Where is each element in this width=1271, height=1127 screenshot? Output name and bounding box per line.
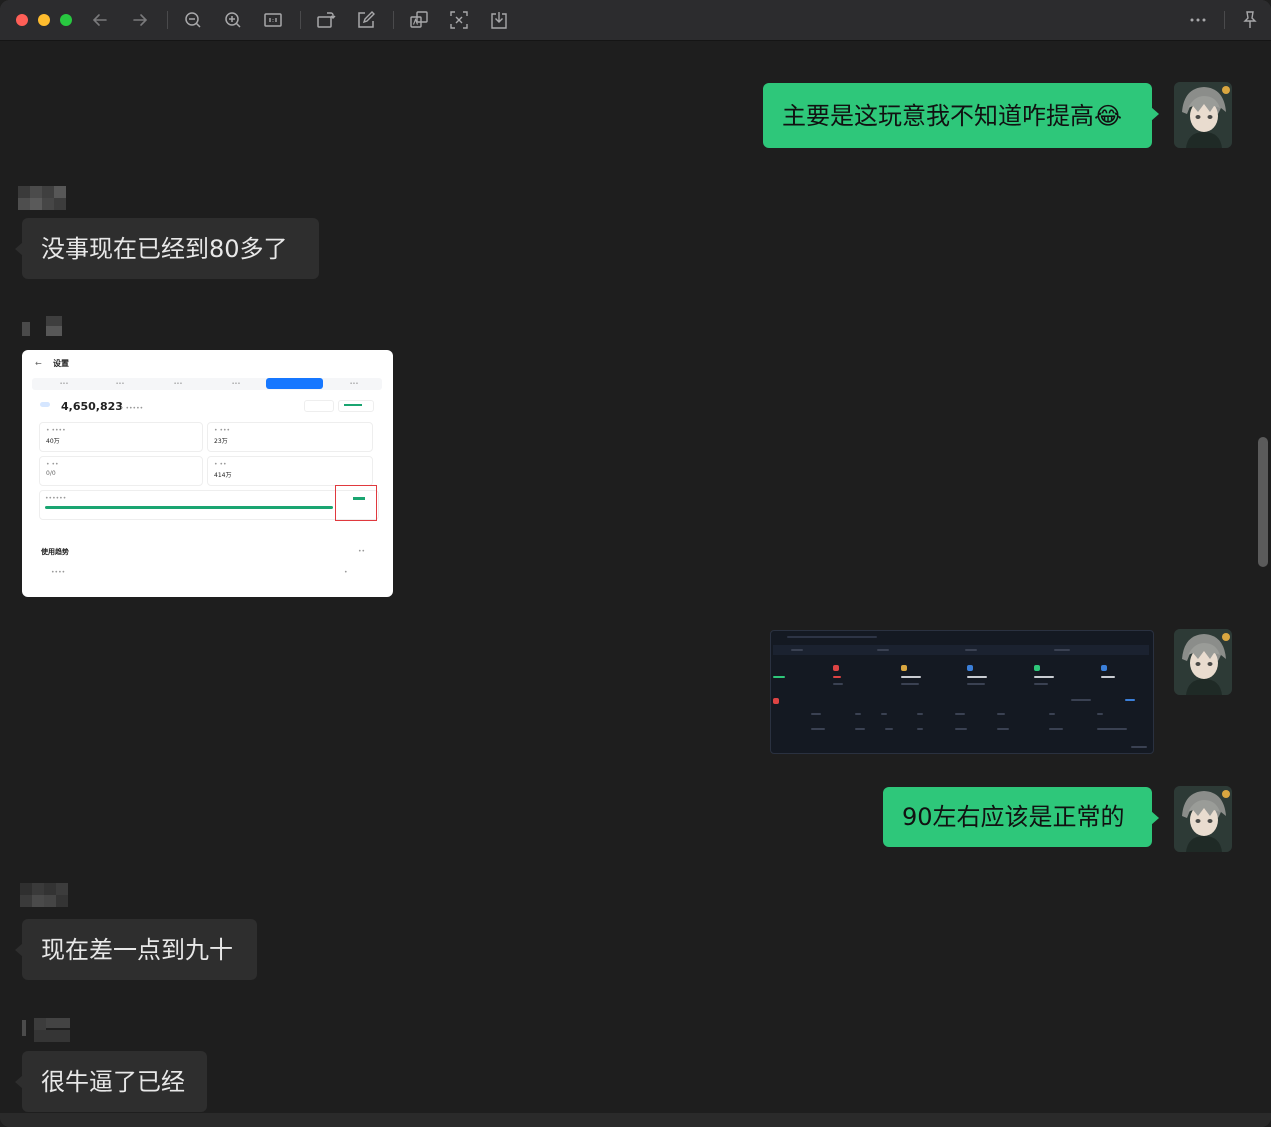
minimize-window-button[interactable] <box>38 14 50 26</box>
card-value: 414万 <box>214 472 232 479</box>
close-window-button[interactable] <box>16 14 28 26</box>
zoom-out-icon[interactable] <box>183 10 203 30</box>
tab-active <box>266 378 323 389</box>
sender-name-redacted <box>18 186 68 210</box>
highlight-box <box>335 485 377 521</box>
titlebar <box>0 0 1271 41</box>
sender-name-redacted <box>22 1018 72 1042</box>
more-icon[interactable] <box>1188 10 1208 30</box>
progress-bar <box>45 506 333 509</box>
bottom-edge <box>0 1113 1271 1127</box>
message-bubble-received[interactable]: 很牛逼了已经 <box>15 1051 207 1112</box>
message-text: 主要是这玩意我不知道咋提高😂 <box>782 101 1123 130</box>
avatar[interactable] <box>1174 629 1232 695</box>
back-arrow-icon[interactable] <box>90 10 110 30</box>
embedded-big-number: 4,650,823 <box>61 400 123 413</box>
download-icon[interactable] <box>489 10 509 30</box>
maximize-window-button[interactable] <box>60 14 72 26</box>
translate-icon[interactable] <box>409 10 429 30</box>
rotate-icon[interactable] <box>316 10 336 30</box>
message-text: 现在差一点到九十 <box>41 935 233 964</box>
sender-name-redacted <box>22 316 64 338</box>
scrollbar[interactable] <box>1258 437 1268 567</box>
zoom-in-icon[interactable] <box>223 10 243 30</box>
edit-icon[interactable] <box>356 10 376 30</box>
text-recognition-icon[interactable] <box>449 10 469 30</box>
section-title: 使用趋势 <box>41 548 69 556</box>
back-arrow-icon: ← <box>35 359 42 368</box>
avatar[interactable] <box>1174 82 1232 148</box>
pin-icon[interactable] <box>1240 10 1260 30</box>
card-value: 23万 <box>214 438 228 445</box>
image-viewer-window: 主要是这玩意我不知道咋提高😂 没事现在已经到80多了 ← 设置 ••• ••• … <box>0 0 1271 1127</box>
card-value: 40万 <box>46 438 60 445</box>
message-text: 很牛逼了已经 <box>41 1067 185 1096</box>
message-bubble-received[interactable]: 没事现在已经到80多了 <box>15 218 319 279</box>
message-bubble-sent[interactable]: 主要是这玩意我不知道咋提高😂 <box>763 83 1159 148</box>
embedded-title: 设置 <box>53 359 69 368</box>
avatar[interactable] <box>1174 786 1232 852</box>
message-text: 90左右应该是正常的 <box>902 803 1125 831</box>
actual-size-icon[interactable] <box>263 10 283 30</box>
card-value: 0/0 <box>46 470 56 477</box>
forward-arrow-icon[interactable] <box>130 10 150 30</box>
image-attachment-settings[interactable]: ← 设置 ••• ••• ••• ••• ••• 4,650,823 • •••… <box>22 350 393 597</box>
message-bubble-sent[interactable]: 90左右应该是正常的 <box>883 787 1159 847</box>
image-attachment-dashboard[interactable] <box>770 630 1154 754</box>
message-text: 没事现在已经到80多了 <box>41 234 288 263</box>
sender-name-redacted <box>20 883 70 907</box>
message-bubble-received[interactable]: 现在差一点到九十 <box>15 919 257 980</box>
